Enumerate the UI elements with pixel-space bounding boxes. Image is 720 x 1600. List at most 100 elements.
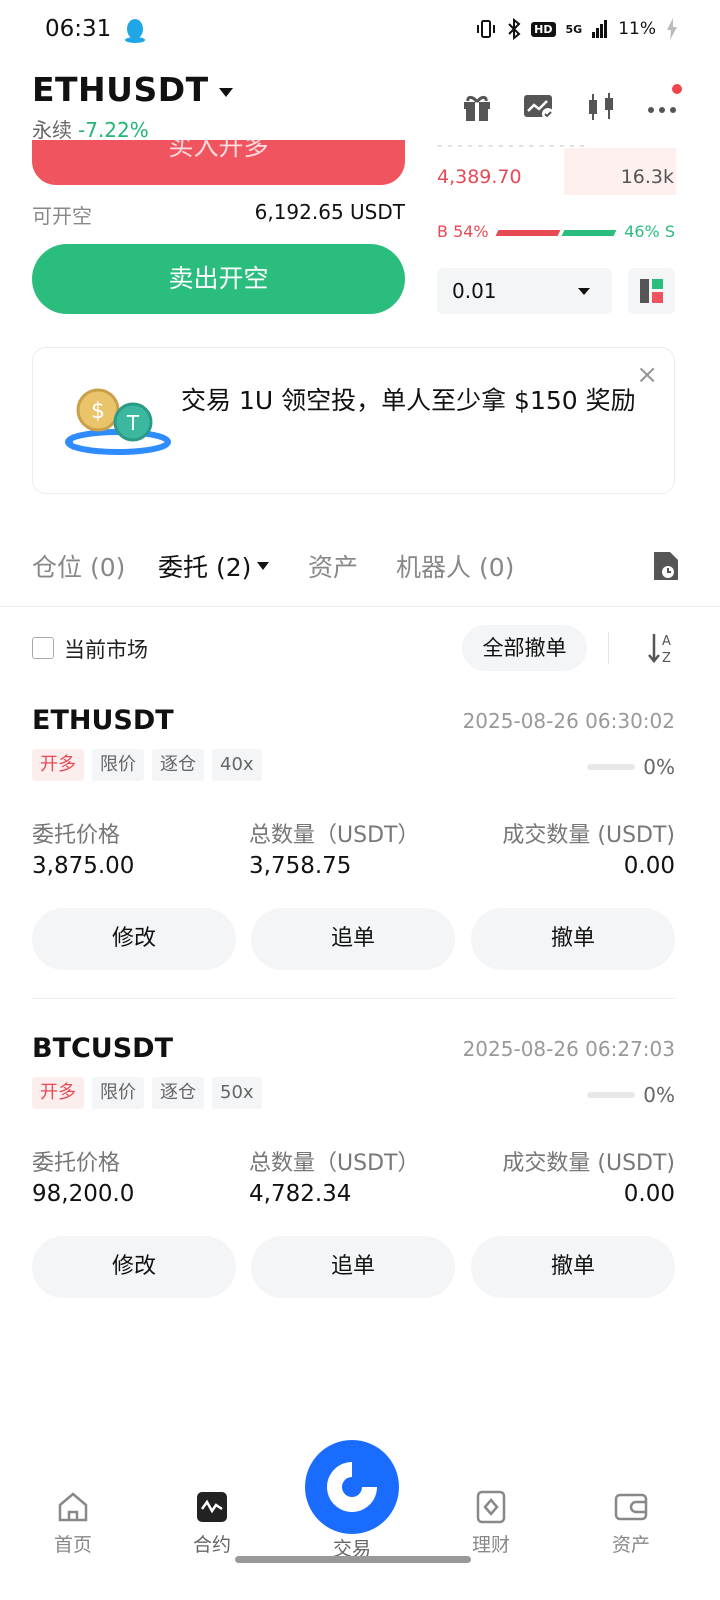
trade-logo-icon bbox=[327, 1462, 377, 1512]
fill-progress: 0% bbox=[575, 1083, 675, 1107]
svg-text:$: $ bbox=[91, 399, 105, 424]
tag-type: 限价 bbox=[92, 1077, 144, 1109]
order-price-label: 委托价格 bbox=[32, 823, 121, 848]
nav-contract[interactable]: 合约 bbox=[172, 1490, 252, 1557]
svg-text:Z: Z bbox=[662, 651, 671, 666]
status-time: 06:31 bbox=[45, 16, 112, 42]
tag-type: 限价 bbox=[92, 749, 144, 781]
orderbook-layout-button[interactable] bbox=[628, 268, 675, 314]
sell-ratio-bar bbox=[561, 230, 617, 236]
available-row: 可开空 6,192.65 USDT bbox=[32, 200, 405, 229]
order-card: ETHUSDT 2025-08-26 06:30:02 开多 限价 逐仓 40x… bbox=[32, 705, 675, 1005]
order-filled-label: 成交数量 (USDT) bbox=[502, 1151, 675, 1176]
contract-icon bbox=[197, 1492, 227, 1522]
nav-assets[interactable]: 资产 bbox=[591, 1490, 671, 1557]
status-icons: HD 5G 11% bbox=[475, 18, 678, 40]
current-market-label[interactable]: 当前市场 bbox=[64, 634, 148, 664]
cancel-all-button[interactable]: 全部撤单 bbox=[462, 625, 587, 671]
more-icon bbox=[648, 107, 676, 113]
nav-finance-label: 理财 bbox=[471, 1534, 510, 1556]
promo-banner[interactable]: $ T 交易 1U 领空投，单人至少拿 $150 奖励 × bbox=[32, 347, 675, 494]
bottom-nav: 首页 合约 交易 理财 资产 bbox=[0, 1440, 720, 1600]
price-step-value: 0.01 bbox=[452, 279, 497, 303]
modify-button[interactable]: 修改 bbox=[32, 1236, 236, 1298]
buy-long-label: 买入开多 bbox=[168, 140, 269, 161]
buy-sell-ratio: B 54% 46% S bbox=[437, 222, 675, 242]
cancel-order-button[interactable]: 撤单 bbox=[471, 1236, 675, 1298]
filter-divider bbox=[608, 632, 609, 664]
chart-analysis-icon[interactable] bbox=[522, 90, 556, 124]
sell-ratio-label: 46% S bbox=[624, 222, 675, 241]
tab-bar: 仓位 (0) 委托 (2) 资产 机器人 (0) bbox=[32, 548, 680, 588]
vibrate-icon bbox=[477, 20, 496, 38]
tag-side: 开多 bbox=[32, 1077, 84, 1109]
buy-long-button[interactable]: 买入开多 bbox=[32, 140, 405, 185]
fill-progress-percent: 0% bbox=[643, 1083, 675, 1107]
charging-icon bbox=[667, 18, 677, 40]
modify-button[interactable]: 修改 bbox=[32, 908, 236, 970]
order-price-value: 98,200.0 bbox=[32, 1181, 135, 1207]
layout-icon bbox=[640, 279, 663, 303]
candlestick-icon[interactable] bbox=[584, 90, 618, 124]
caret-down-icon bbox=[257, 562, 270, 570]
battery-percent: 11% bbox=[618, 19, 656, 39]
gesture-home-bar[interactable] bbox=[235, 1556, 471, 1563]
cancel-order-button[interactable]: 撤单 bbox=[471, 908, 675, 970]
orderbook-ask-qty: 16.3k bbox=[620, 166, 674, 188]
fill-progress-bar bbox=[587, 1092, 635, 1098]
tab-bots[interactable]: 机器人 (0) bbox=[396, 548, 514, 584]
order-total-label: 总数量（USDT） bbox=[249, 1151, 420, 1176]
order-divider bbox=[32, 998, 675, 999]
caret-down-icon bbox=[578, 288, 590, 295]
nav-trade-button[interactable] bbox=[305, 1440, 399, 1534]
tag-leverage: 50x bbox=[212, 1077, 262, 1109]
sort-az-icon[interactable]: AZ bbox=[646, 630, 680, 666]
contract-type: 永续 bbox=[32, 118, 72, 142]
price-step-select[interactable]: 0.01 bbox=[437, 268, 612, 314]
tab-assets[interactable]: 资产 bbox=[308, 548, 358, 584]
nav-contract-label: 合约 bbox=[192, 1534, 231, 1556]
current-market-checkbox[interactable] bbox=[32, 637, 54, 659]
airdrop-coins-icon: $ T bbox=[65, 388, 171, 455]
tag-margin: 逐仓 bbox=[152, 749, 204, 781]
fill-progress-bar bbox=[587, 764, 635, 770]
contract-info: 永续 -7.22% bbox=[32, 114, 149, 143]
more-menu[interactable] bbox=[646, 84, 682, 124]
order-history-icon[interactable] bbox=[652, 550, 680, 582]
tab-divider bbox=[0, 606, 720, 607]
network-label: 5G bbox=[565, 22, 583, 36]
order-total-label: 总数量（USDT） bbox=[249, 823, 420, 848]
order-filter-row: 当前市场 全部撤单 AZ bbox=[32, 625, 680, 671]
order-symbol[interactable]: ETHUSDT bbox=[32, 705, 174, 736]
chase-button[interactable]: 追单 bbox=[251, 1236, 455, 1298]
order-tags: 开多 限价 逐仓 40x bbox=[32, 749, 262, 781]
order-filled-label: 成交数量 (USDT) bbox=[502, 823, 675, 848]
promo-text: 交易 1U 领空投，单人至少拿 $150 奖励 bbox=[181, 386, 636, 415]
order-total-value: 4,782.34 bbox=[249, 1181, 352, 1207]
buy-ratio-label: B 54% bbox=[437, 222, 489, 241]
order-filled-value: 0.00 bbox=[623, 1181, 675, 1207]
finance-icon bbox=[476, 1490, 506, 1524]
tab-orders[interactable]: 委托 (2) bbox=[158, 548, 270, 584]
chase-button[interactable]: 追单 bbox=[251, 908, 455, 970]
gift-icon[interactable] bbox=[460, 90, 494, 124]
wallet-icon bbox=[614, 1493, 648, 1521]
order-symbol[interactable]: BTCUSDT bbox=[32, 1033, 173, 1064]
order-time: 2025-08-26 06:27:03 bbox=[462, 1037, 675, 1061]
order-price-label: 委托价格 bbox=[32, 1151, 121, 1176]
home-icon bbox=[58, 1492, 88, 1522]
orderbook-ask-price[interactable]: 4,389.70 bbox=[437, 166, 522, 188]
tag-margin: 逐仓 bbox=[152, 1077, 204, 1109]
tag-leverage: 40x bbox=[212, 749, 262, 781]
nav-finance[interactable]: 理财 bbox=[451, 1490, 531, 1557]
nav-home[interactable]: 首页 bbox=[33, 1490, 113, 1557]
tab-positions[interactable]: 仓位 (0) bbox=[32, 548, 125, 584]
status-bar: 06:31 HD 5G 11% bbox=[0, 0, 720, 64]
order-total-col: 总数量（USDT） 3,758.75 bbox=[249, 817, 419, 879]
sell-short-button[interactable]: 卖出开空 bbox=[32, 244, 405, 314]
close-icon[interactable]: × bbox=[636, 362, 658, 388]
order-filled-value: 0.00 bbox=[623, 853, 675, 879]
order-price-col: 委托价格 3,875.00 bbox=[32, 817, 134, 879]
order-total-col: 总数量（USDT） 4,782.34 bbox=[249, 1145, 419, 1207]
price-change: -7.22% bbox=[78, 118, 149, 142]
